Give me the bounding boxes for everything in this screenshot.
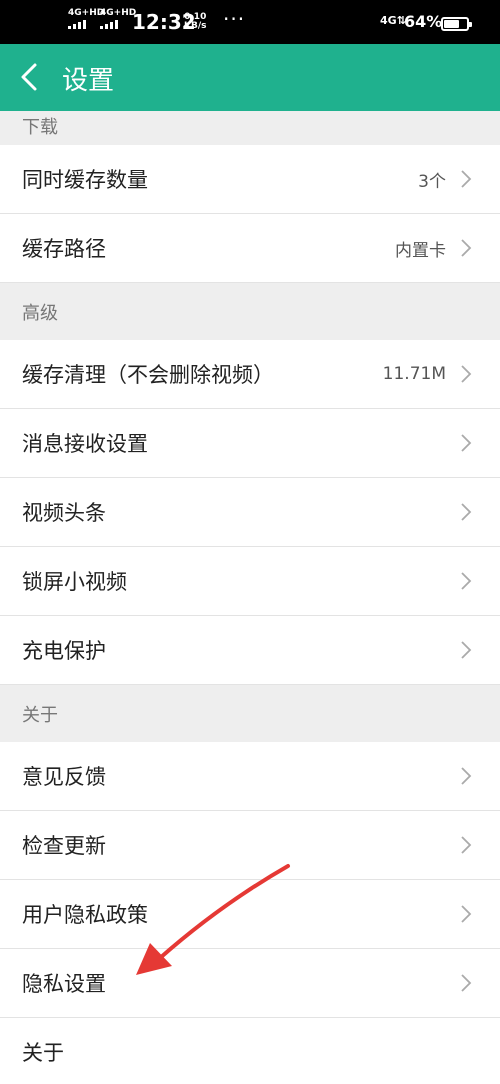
section-header-download: 下载 <box>0 111 500 145</box>
status-bar: 4G+HD 4G+HD 12:32 0.10 KB/s ··· 4G⇅ 64% <box>0 0 500 44</box>
setting-label: 意见反馈 <box>22 765 106 789</box>
chevron-right-icon <box>461 767 472 785</box>
signal-1: 4G+HD <box>68 8 104 29</box>
chevron-right-icon <box>461 365 472 383</box>
setting-label: 视频头条 <box>22 501 106 525</box>
setting-value: 内置卡 <box>395 240 446 261</box>
chevron-right-icon <box>461 641 472 659</box>
signal-bars-icon <box>68 20 104 29</box>
chevron-right-icon <box>461 572 472 590</box>
setting-row-check-update[interactable]: 检查更新 <box>0 811 500 880</box>
setting-label: 用户隐私政策 <box>22 903 148 927</box>
setting-row-cache-path[interactable]: 缓存路径 内置卡 <box>0 214 500 283</box>
mobile-data-indicator: 4G⇅ <box>380 14 406 27</box>
setting-label: 消息接收设置 <box>22 432 148 456</box>
section-header-about: 关于 <box>0 685 500 742</box>
setting-label: 锁屏小视频 <box>22 570 127 594</box>
chevron-right-icon <box>461 503 472 521</box>
setting-row-video-headlines[interactable]: 视频头条 <box>0 478 500 547</box>
chevron-right-icon <box>461 836 472 854</box>
network-speed: 0.10 KB/s <box>184 12 207 31</box>
setting-label: 缓存清理（不会删除视频） <box>22 363 274 387</box>
setting-label: 隐私设置 <box>22 972 106 996</box>
page-title: 设置 <box>62 66 115 96</box>
setting-row-clear-cache[interactable]: 缓存清理（不会删除视频） 11.71M <box>0 340 500 409</box>
chevron-right-icon <box>461 974 472 992</box>
setting-label: 同时缓存数量 <box>22 168 148 192</box>
setting-row-lockscreen-video[interactable]: 锁屏小视频 <box>0 547 500 616</box>
battery-percentage: 64% <box>404 12 443 31</box>
chevron-right-icon <box>461 905 472 923</box>
back-arrow-icon[interactable] <box>16 62 46 92</box>
settings-list: 下载 同时缓存数量 3个 缓存路径 内置卡 高级 缓存清理（不会删除视频） 11… <box>0 111 500 1084</box>
app-bar: 设置 <box>0 44 500 111</box>
section-header-advanced: 高级 <box>0 283 500 340</box>
signal-2: 4G+HD <box>100 8 136 29</box>
setting-label: 充电保护 <box>22 639 106 663</box>
setting-label: 检查更新 <box>22 834 106 858</box>
more-notifications-icon: ··· <box>223 7 246 31</box>
setting-label: 缓存路径 <box>22 237 106 261</box>
network-type-label: 4G+HD <box>68 8 105 18</box>
battery-icon <box>441 17 472 31</box>
setting-row-message-settings[interactable]: 消息接收设置 <box>0 409 500 478</box>
chevron-right-icon <box>461 170 472 188</box>
network-type-label: 4G+HD <box>100 8 137 18</box>
setting-row-about[interactable]: 关于 <box>0 1018 500 1084</box>
chevron-right-icon <box>461 239 472 257</box>
signal-bars-icon <box>100 20 136 29</box>
setting-value: 11.71M <box>382 364 446 384</box>
setting-value: 3个 <box>418 171 446 192</box>
setting-row-concurrent-downloads[interactable]: 同时缓存数量 3个 <box>0 145 500 214</box>
setting-row-charging-protection[interactable]: 充电保护 <box>0 616 500 685</box>
setting-row-feedback[interactable]: 意见反馈 <box>0 742 500 811</box>
setting-row-privacy-settings[interactable]: 隐私设置 <box>0 949 500 1018</box>
setting-label: 关于 <box>22 1041 64 1065</box>
setting-row-privacy-policy[interactable]: 用户隐私政策 <box>0 880 500 949</box>
chevron-right-icon <box>461 434 472 452</box>
